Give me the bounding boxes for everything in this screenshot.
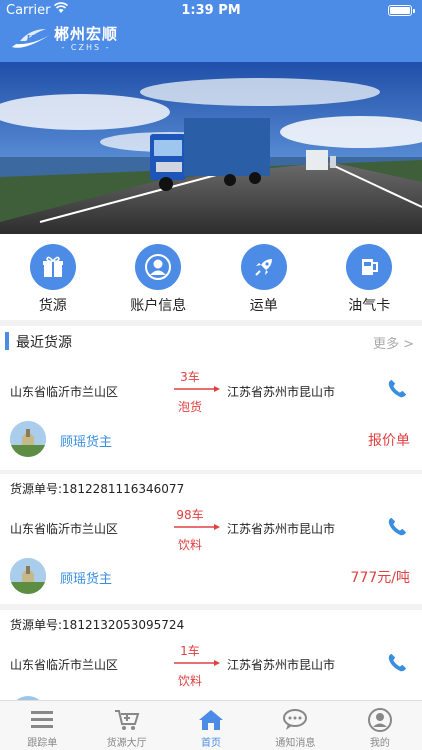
menu-item-fuel-card[interactable]: 油气卡 <box>317 234 422 320</box>
brand-name: 郴州宏顺 <box>54 24 119 43</box>
menu-label: 账户信息 <box>130 298 187 314</box>
cargo-card[interactable]: 山东省临沂市兰山区 3车 泡货 江苏省苏州市昆山市 顾瑶货主 报价单 <box>0 356 422 470</box>
cargo-card[interactable]: 货源单号:1812281116346077 山东省临沂市兰山区 98车 饮料 江… <box>0 474 422 604</box>
svg-text:H: H <box>25 33 35 45</box>
chat-icon <box>283 709 308 730</box>
tab-label: 通知消息 <box>275 738 316 749</box>
tab-label: 货源大厅 <box>106 738 147 749</box>
owner-name[interactable]: 顾瑶货主 <box>60 431 112 450</box>
destination: 江苏省苏州市昆山市 <box>227 522 336 536</box>
phone-icon[interactable] <box>386 652 408 674</box>
cart-icon <box>114 710 139 730</box>
gift-icon <box>29 244 76 290</box>
app-header: Carrier 1:39 PM H 郴州宏顺 - CZHS - <box>0 0 422 62</box>
status-bar: Carrier 1:39 PM <box>0 0 422 20</box>
vehicle-count: 98车 <box>176 508 204 522</box>
goods-type: 饮料 <box>177 538 202 552</box>
order-number: 货源单号:1812132053095724 <box>10 618 185 632</box>
goods-type: 泡货 <box>177 400 202 414</box>
route-arrow-icon <box>174 386 220 392</box>
destination: 江苏省苏州市昆山市 <box>227 658 336 672</box>
tab-tracking[interactable]: 跟踪单 <box>0 701 84 750</box>
profile-icon <box>367 708 392 732</box>
tab-home[interactable]: 首页 <box>169 701 253 750</box>
menu-item-account[interactable]: 账户信息 <box>106 234 212 320</box>
rocket-icon <box>240 244 287 290</box>
banner-image <box>0 62 422 234</box>
origin: 山东省临沂市兰山区 <box>10 385 119 399</box>
menu-item-cargo[interactable]: 货源 <box>0 234 106 320</box>
fuel-card-icon <box>346 244 393 290</box>
section-title: 最近货源 <box>16 335 72 351</box>
menu-item-waybill[interactable]: 运单 <box>211 234 317 320</box>
phone-icon[interactable] <box>386 378 408 400</box>
price: 777元/吨 <box>350 570 410 586</box>
price: 报价单 <box>368 433 410 449</box>
battery-icon <box>388 5 415 16</box>
logo-mark-icon: H <box>12 29 50 48</box>
section-accent-bar <box>5 332 9 350</box>
home-icon <box>199 710 224 730</box>
destination: 江苏省苏州市昆山市 <box>227 385 336 399</box>
cargo-card[interactable]: 货源单号:1812132053095724 山东省临沂市兰山区 1车 饮料 江苏… <box>0 610 422 700</box>
phone-icon[interactable] <box>386 516 408 538</box>
tab-bar: 跟踪单 货源大厅 首页 通知消息 我的 <box>0 700 422 750</box>
owner-name[interactable]: 顾瑶货主 <box>60 568 112 587</box>
route-arrow-icon <box>174 524 220 530</box>
order-number: 货源单号:1812281116346077 <box>10 482 185 496</box>
brand-logo: H 郴州宏顺 - CZHS - <box>10 22 118 56</box>
tab-mine[interactable]: 我的 <box>338 701 422 750</box>
tab-label: 跟踪单 <box>27 738 58 749</box>
tab-cargo-hall[interactable]: 货源大厅 <box>84 701 168 750</box>
origin: 山东省临沂市兰山区 <box>10 658 119 672</box>
origin: 山东省临沂市兰山区 <box>10 522 119 536</box>
menu-label: 货源 <box>38 298 67 314</box>
quick-menu: 货源 账户信息 运单 油气卡 <box>0 234 422 320</box>
status-time: 1:39 PM <box>181 3 241 18</box>
tab-label: 我的 <box>369 738 390 749</box>
menu-label: 运单 <box>249 298 278 314</box>
owner-avatar <box>10 558 46 594</box>
vehicle-count: 3车 <box>180 370 200 384</box>
brand-sub: - CZHS - <box>61 42 111 52</box>
owner-avatar <box>10 421 46 457</box>
list-icon <box>31 711 54 728</box>
menu-label: 油气卡 <box>348 298 391 314</box>
goods-type: 饮料 <box>177 674 202 688</box>
tab-notifications[interactable]: 通知消息 <box>253 701 337 750</box>
route-arrow-icon <box>174 660 220 666</box>
more-link[interactable]: 更多 > <box>373 333 414 352</box>
cargo-list[interactable]: 山东省临沂市兰山区 3车 泡货 江苏省苏州市昆山市 顾瑶货主 报价单 货源单号:… <box>0 356 422 700</box>
banner-carousel[interactable] <box>0 62 422 234</box>
vehicle-count: 1车 <box>180 644 200 658</box>
user-icon <box>135 244 182 290</box>
tab-label: 首页 <box>201 738 222 749</box>
recent-cargo-header: 最近货源 更多 > <box>0 326 422 356</box>
